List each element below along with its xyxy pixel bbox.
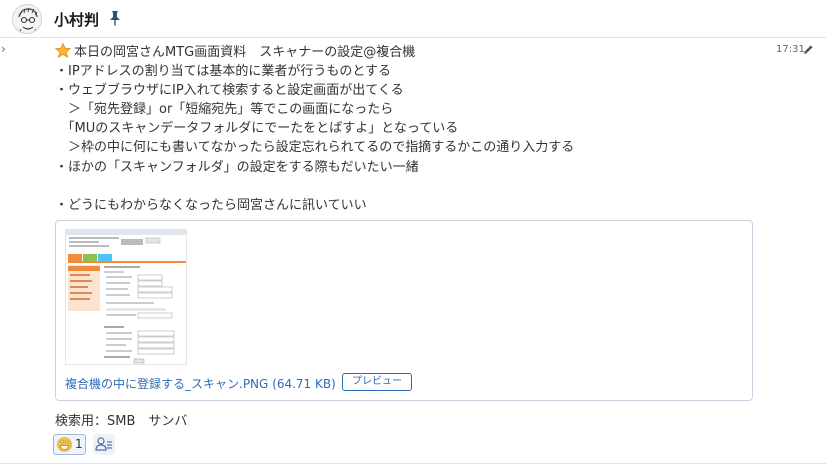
- message-line: ＞枠の中に何にも書いてなかったら設定忘れられてるので指摘するかこの通り入力する: [55, 140, 575, 156]
- message-line-text: 本日の岡宮さんMTG画面資料 スキャナーの設定@複合機: [74, 45, 416, 60]
- reaction-count: 1: [75, 437, 83, 451]
- read-status-icon[interactable]: [93, 434, 115, 455]
- message-line: ・どうにもわからなくなったら岡宮さんに訊いていい: [55, 197, 367, 213]
- message-line: ・IPアドレスの割り当ては基本的に業者が行うものとする: [55, 64, 392, 80]
- grinning-face-icon: [57, 437, 72, 452]
- chat-message: 本日の岡宮さんMTG画面資料 スキャナーの設定@複合機 ・IPアドレスの割り当て…: [0, 39, 826, 464]
- pin-icon[interactable]: [108, 10, 122, 26]
- reaction-chip[interactable]: 1: [53, 434, 86, 455]
- message-line: ・ほかの「スキャンフォルダ」の設定をする際もだいたい一緒: [55, 159, 419, 175]
- attachment-thumbnail[interactable]: [65, 229, 187, 365]
- message-body: 本日の岡宮さんMTG画面資料 スキャナーの設定@複合機 ・IPアドレスの割り当て…: [55, 43, 765, 215]
- edit-pencil-icon[interactable]: [803, 44, 814, 55]
- chat-header: 小村判: [0, 0, 826, 38]
- message-line: [55, 177, 765, 196]
- message-line: ・ウェブブラウザにIP入れて検索すると設定画面が出てくる: [55, 83, 404, 99]
- avatar[interactable]: [12, 4, 42, 34]
- search-keywords-text: 検索用：SMB サンバ: [55, 414, 188, 429]
- file-attachment-card: 複合機の中に登録する_スキャン.PNG (64.71 KB) プレビュー: [55, 220, 753, 401]
- star-icon: [55, 43, 71, 58]
- room-title: 小村判: [54, 11, 100, 29]
- attachment-file-link[interactable]: 複合機の中に登録する_スキャン.PNG (64.71 KB): [65, 375, 336, 392]
- message-timestamp: 17:31: [776, 44, 805, 55]
- preview-button[interactable]: プレビュー: [342, 373, 412, 391]
- message-line: 本日の岡宮さんMTG画面資料 スキャナーの設定@複合機: [55, 43, 765, 62]
- message-line: 「MUのスキャンデータフォルダにでーたをとばすよ」となっている: [55, 121, 459, 137]
- message-line: ＞「宛先登録」or「短縮宛先」等でこの画面になったら: [55, 102, 394, 118]
- divider: [0, 463, 826, 464]
